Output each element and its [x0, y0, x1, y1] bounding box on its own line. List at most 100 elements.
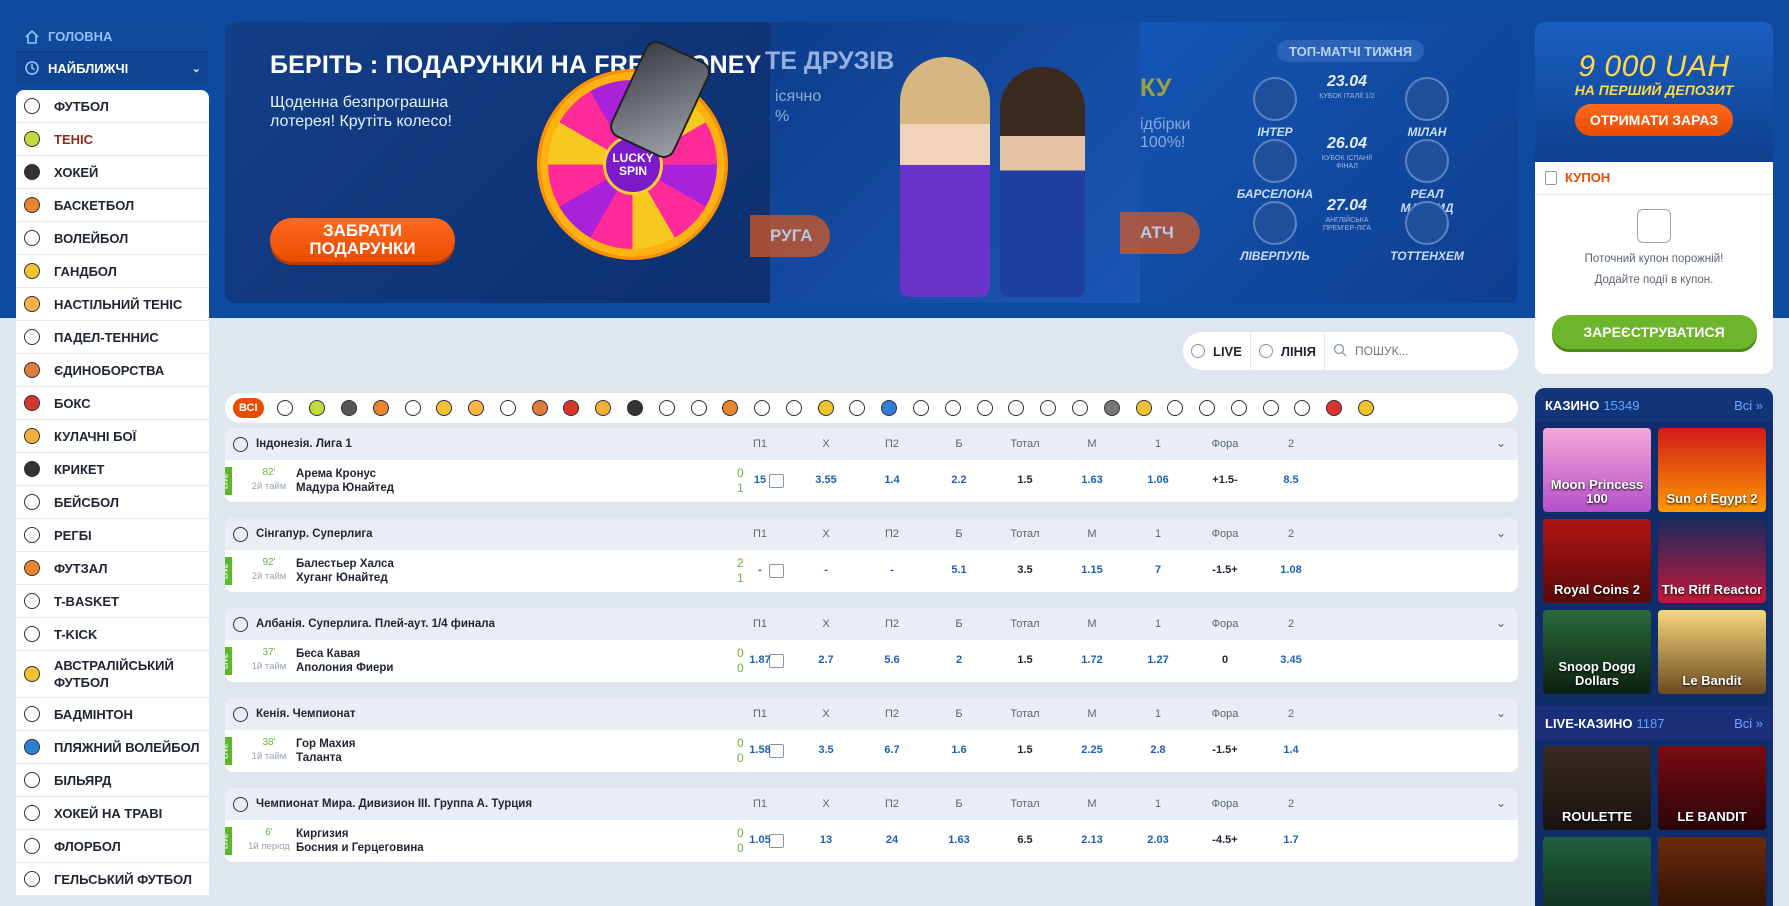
chevron-down-icon[interactable]: ⌄ — [1496, 526, 1506, 540]
search-input[interactable] — [1354, 344, 1495, 358]
odds-cell[interactable]: 1.4 — [1261, 744, 1321, 756]
home-team[interactable]: Киргизия — [296, 828, 348, 840]
home-team[interactable]: Балестьер Халса — [296, 558, 394, 570]
away-team[interactable]: Аполония Фиери — [296, 662, 393, 674]
odds-cell[interactable]: 6.7 — [862, 744, 922, 756]
sport-item[interactable]: ФУТЗАЛ — [16, 552, 209, 585]
odds-cell[interactable]: 2.13 — [1062, 834, 1122, 846]
odds-cell[interactable]: 1.63 — [929, 834, 989, 846]
sport-item[interactable]: БЕЙСБОЛ — [16, 486, 209, 519]
claim-gifts-button[interactable]: ЗАБРАТИ ПОДАРУНКИ — [270, 218, 455, 262]
sport-item[interactable]: ФЛОРБОЛ — [16, 830, 209, 863]
sport-filter-icon[interactable] — [404, 400, 421, 416]
sport-item[interactable]: БОКС — [16, 387, 209, 420]
live-casino-game-tile[interactable]: ROULETTE — [1543, 746, 1651, 830]
sport-filter-icon[interactable] — [563, 400, 580, 416]
sport-filter-icon[interactable] — [1008, 400, 1025, 416]
odds-cell[interactable]: 1.27 — [1128, 654, 1188, 666]
nav-nearest[interactable]: НАЙБЛИЖЧІ ⌄ — [16, 52, 209, 84]
odds-cell[interactable]: - — [862, 564, 922, 576]
casino-game-tile[interactable]: Royal Coins 2 — [1543, 519, 1651, 603]
odds-cell[interactable]: 13 — [796, 834, 856, 846]
banner2-button[interactable]: РУГА — [750, 215, 830, 257]
promo-banner-carousel[interactable]: БЕРІТЬ : ПОДАРУНКИ НА FREE MONEY Щоденна… — [225, 22, 1518, 303]
odds-cell[interactable]: 1.06 — [1128, 474, 1188, 486]
casino-game-tile[interactable]: The Riff Reactor — [1658, 519, 1766, 603]
league-header[interactable]: Чемпионат Мира. Дивизион III. Группа А. … — [225, 788, 1518, 820]
get-now-button[interactable]: ОТРИМАТИ ЗАРАЗ — [1575, 104, 1733, 136]
sport-filter-icon[interactable] — [722, 400, 739, 416]
odds-cell[interactable]: 1.72 — [1062, 654, 1122, 666]
casino-all-link[interactable]: Всі » — [1734, 398, 1763, 413]
odds-cell[interactable]: 2.03 — [1128, 834, 1188, 846]
odds-cell[interactable]: 1.58 — [730, 744, 790, 756]
home-team[interactable]: Арема Кронус — [296, 468, 376, 480]
odds-cell[interactable]: 2.2 — [929, 474, 989, 486]
home-team[interactable]: Беса Кавая — [296, 648, 360, 660]
sport-filter-icon[interactable] — [1103, 400, 1120, 416]
live-casino-all-link[interactable]: Всі » — [1734, 716, 1763, 731]
event-row[interactable]: LIVE 37' 1й тайм Беса Кавая Аполония Фиери 0 0… — [225, 640, 1518, 682]
sport-item[interactable]: ТЕНІС — [16, 123, 209, 156]
odds-cell[interactable]: 15 — [730, 474, 790, 486]
line-filter[interactable]: ЛІНІЯ — [1251, 332, 1325, 370]
odds-cell[interactable]: - — [796, 564, 856, 576]
odds-cell[interactable]: - — [730, 564, 790, 576]
all-sports-chip[interactable]: ВСІ — [233, 398, 264, 418]
odds-cell[interactable]: 1.4 — [862, 474, 922, 486]
sport-filter-icon[interactable] — [1294, 400, 1311, 416]
event-row[interactable]: LIVE 82' 2й тайм Арема Кронус Мадура Юнайтед… — [225, 460, 1518, 502]
odds-cell[interactable]: 2.8 — [1128, 744, 1188, 756]
odds-cell[interactable]: 3.5 — [995, 564, 1055, 576]
odds-cell[interactable]: 2.25 — [1062, 744, 1122, 756]
sport-filter-icon[interactable] — [976, 400, 993, 416]
sport-filter-icon[interactable] — [1199, 400, 1216, 416]
event-row[interactable]: LIVE 6' 1й період Киргизия Босния и Герцегов… — [225, 820, 1518, 862]
odds-cell[interactable]: +1.5- — [1195, 474, 1255, 486]
deposit-promo[interactable]: 9 000 UAH НА ПЕРШИЙ ДЕПОЗИТ ОТРИМАТИ ЗАР… — [1535, 22, 1773, 162]
sport-item[interactable]: ПАДЕЛ-ТЕННИС — [16, 321, 209, 354]
odds-cell[interactable]: 1.5 — [995, 744, 1055, 756]
odds-cell[interactable]: 3.45 — [1261, 654, 1321, 666]
odds-cell[interactable]: 1.5 — [995, 474, 1055, 486]
sport-filter-icon[interactable] — [595, 400, 612, 416]
sport-item[interactable]: БАСКЕТБОЛ — [16, 189, 209, 222]
sport-item[interactable]: КРИКЕТ — [16, 453, 209, 486]
live-filter[interactable]: LIVE — [1183, 332, 1251, 370]
sport-item[interactable]: ХОКЕЙ — [16, 156, 209, 189]
sport-filter-icon[interactable] — [531, 400, 548, 416]
chevron-down-icon[interactable]: ⌄ — [1496, 706, 1506, 720]
casino-game-tile[interactable]: Moon Princess 100 — [1543, 428, 1651, 512]
odds-cell[interactable]: 1.6 — [929, 744, 989, 756]
odds-cell[interactable]: 1.15 — [1062, 564, 1122, 576]
odds-cell[interactable]: 0 — [1195, 654, 1255, 666]
sport-item[interactable]: T-BASKET — [16, 585, 209, 618]
sport-filter-icon[interactable] — [627, 400, 644, 416]
sport-filter-icon[interactable] — [1262, 400, 1279, 416]
odds-cell[interactable]: 1.87 — [730, 654, 790, 666]
odds-cell[interactable]: 1.7 — [1261, 834, 1321, 846]
home-team[interactable]: Гор Махия — [296, 738, 355, 750]
casino-game-tile[interactable]: Sun of Egypt 2 — [1658, 428, 1766, 512]
sport-filter-icon[interactable] — [881, 400, 898, 416]
sport-filter-icon[interactable] — [436, 400, 453, 416]
odds-cell[interactable]: -1.5+ — [1195, 744, 1255, 756]
sport-item[interactable]: ГЕЛЬСЬКИЙ ФУТБОЛ — [16, 863, 209, 896]
chevron-down-icon[interactable]: ⌄ — [1496, 616, 1506, 630]
away-team[interactable]: Таланта — [296, 752, 342, 764]
chevron-down-icon[interactable]: ⌄ — [1496, 436, 1506, 450]
sport-filter-icon[interactable] — [309, 400, 326, 416]
live-casino-game-tile[interactable] — [1543, 837, 1651, 906]
sport-filter-icon[interactable] — [1230, 400, 1247, 416]
banner3-button[interactable]: АТЧ — [1120, 212, 1200, 254]
league-header[interactable]: Албанія. Суперлига. Плей-аут. 1/4 финала… — [225, 608, 1518, 640]
sport-item[interactable]: КУЛАЧНІ БОЇ — [16, 420, 209, 453]
odds-cell[interactable]: 7 — [1128, 564, 1188, 576]
odds-cell[interactable]: 1.05 — [730, 834, 790, 846]
chevron-down-icon[interactable]: ⌄ — [192, 62, 201, 75]
odds-cell[interactable]: 1.63 — [1062, 474, 1122, 486]
register-button[interactable]: ЗАРЕЄСТРУВАТИСЯ — [1551, 315, 1757, 349]
odds-cell[interactable]: 5.6 — [862, 654, 922, 666]
chevron-down-icon[interactable]: ⌄ — [1496, 796, 1506, 810]
banner-friends[interactable]: ТЕ ДРУЗІВ ісячно % РУГА — [750, 22, 1140, 303]
